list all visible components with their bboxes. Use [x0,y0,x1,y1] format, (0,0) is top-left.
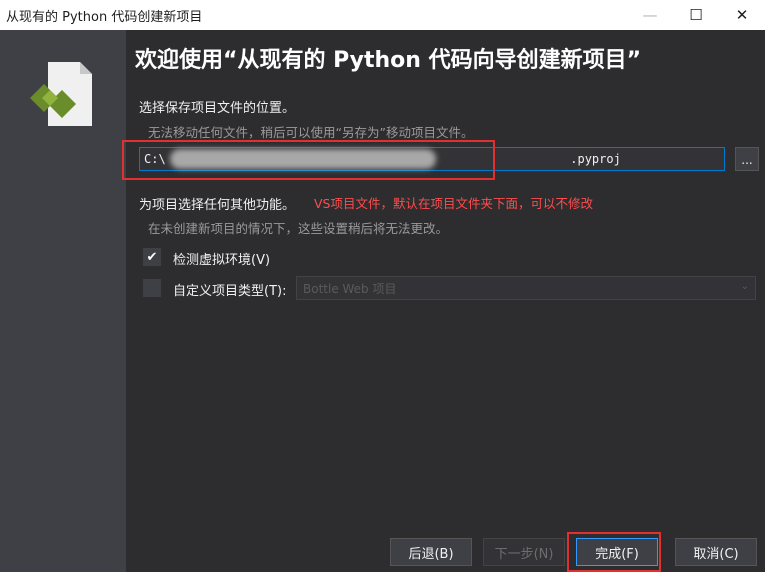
features-label: 为项目选择任何其他功能。 [139,198,296,213]
cancel-button[interactable]: 取消(C) [675,538,757,566]
maximize-button[interactable]: ☐ [673,0,719,30]
browse-button[interactable]: ... [735,147,759,171]
project-type-value: Bottle Web 项目 [303,281,397,296]
annotation-note: VS项目文件，默认在项目文件夹下面，可以不修改 [314,196,593,211]
check-icon: ✔ [146,249,158,265]
title-bar: 从现有的 Python 代码创建新项目 — ☐ ✕ [0,0,765,30]
project-type-select[interactable]: Bottle Web 项目 ⌄ [296,276,756,300]
detect-env-label[interactable]: 检测虚拟环境(V) [173,249,270,268]
wizard-sidebar [0,30,126,572]
finish-highlight-box [567,532,661,572]
python-project-icon [30,62,92,126]
close-button[interactable]: ✕ [719,0,765,30]
detect-env-checkbox[interactable]: ✔ [143,248,161,266]
next-button[interactable]: 下一步(N) [483,538,565,566]
wizard-content: 欢迎使用“从现有的 Python 代码向导创建新项目” 选择保存项目文件的位置。… [122,30,765,572]
page-title: 欢迎使用“从现有的 Python 代码向导创建新项目” [135,48,642,73]
minimize-button[interactable]: — [627,0,673,30]
window-title: 从现有的 Python 代码创建新项目 [6,9,203,25]
back-button[interactable]: 后退(B) [390,538,472,566]
location-hint: 无法移动任何文件，稍后可以使用“另存为”移动项目文件。 [148,125,474,140]
custom-type-label[interactable]: 自定义项目类型(T): [173,280,286,299]
path-highlight-box [122,140,495,180]
custom-type-checkbox[interactable] [143,279,161,297]
location-label: 选择保存项目文件的位置。 [139,101,296,116]
features-hint: 在未创建新项目的情况下，这些设置稍后将无法更改。 [148,221,449,236]
chevron-down-icon: ⌄ [740,281,749,292]
